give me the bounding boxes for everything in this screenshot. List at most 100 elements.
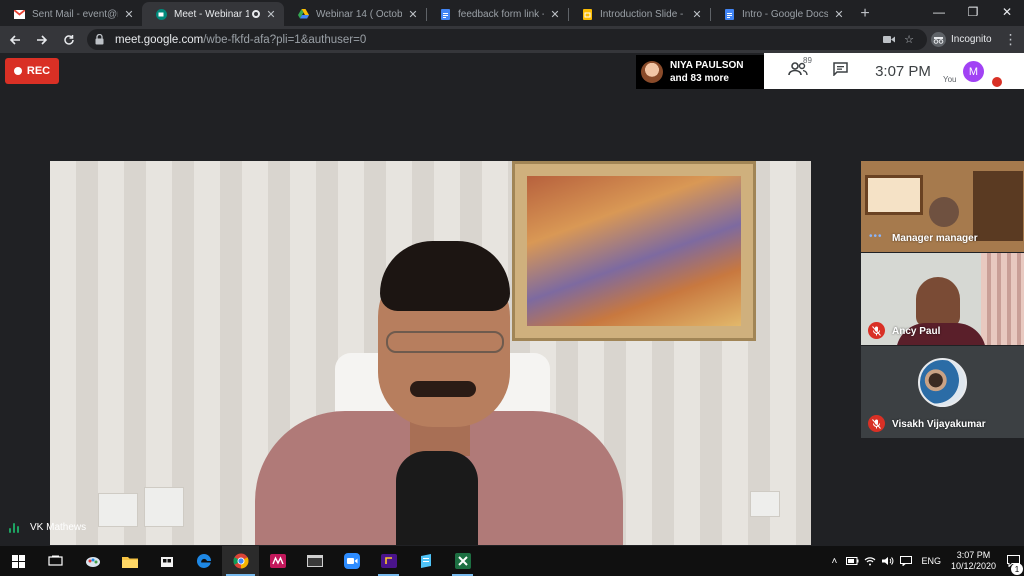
bookmark-star-icon[interactable]: ☆ bbox=[899, 33, 919, 46]
tab-feedback-form[interactable]: feedback form link - Go ✕ bbox=[426, 2, 568, 26]
message-icon[interactable] bbox=[897, 556, 915, 566]
address-bar[interactable]: meet.google.com/wbe-fkfd-afa?pli=1&authu… bbox=[87, 29, 927, 50]
chat-icon bbox=[832, 61, 848, 81]
meet-stage: REC NIYA PAULSON and 83 more 89 3:07 PM … bbox=[0, 53, 1024, 546]
mic-off-icon bbox=[992, 77, 1002, 87]
tab-title: Webinar 14 ( October 1 bbox=[316, 8, 402, 20]
participant-tile[interactable]: ••• Manager manager bbox=[861, 161, 1024, 252]
lock-icon[interactable] bbox=[95, 34, 109, 45]
meet-icon bbox=[156, 8, 167, 20]
participant-name: Manager manager bbox=[892, 233, 978, 244]
mendeley-app-icon[interactable] bbox=[259, 546, 296, 576]
incognito-icon bbox=[931, 32, 946, 47]
recording-indicator-icon bbox=[252, 10, 260, 18]
url-path: /wbe-fkfd-afa?pli=1&authuser=0 bbox=[203, 33, 367, 46]
tab-introduction-slide[interactable]: Introduction Slide - Goo ✕ bbox=[568, 2, 710, 26]
tab-title: Meet - Webinar 14( bbox=[174, 8, 249, 20]
restore-icon[interactable]: ❐ bbox=[956, 0, 990, 24]
browser-toolbar: meet.google.com/wbe-fkfd-afa?pli=1&authu… bbox=[0, 26, 1024, 53]
incognito-indicator[interactable]: Incognito bbox=[931, 32, 992, 47]
tab-sent-mail[interactable]: Sent Mail - event@mca ✕ bbox=[0, 2, 142, 26]
participant-avatar bbox=[641, 61, 663, 83]
paint-app-icon[interactable] bbox=[74, 546, 111, 576]
task-view-icon[interactable] bbox=[37, 546, 74, 576]
forward-icon[interactable] bbox=[30, 28, 54, 52]
notes-app-icon[interactable] bbox=[407, 546, 444, 576]
volume-icon[interactable] bbox=[879, 556, 897, 566]
chat-button[interactable] bbox=[820, 61, 860, 81]
tab-webinar-drive[interactable]: Webinar 14 ( October 1 ✕ bbox=[284, 2, 426, 26]
input-language[interactable]: ENG bbox=[921, 556, 941, 566]
close-tab-icon[interactable]: ✕ bbox=[548, 8, 562, 21]
record-dot-icon bbox=[13, 67, 22, 75]
participants-button[interactable]: 89 bbox=[776, 56, 820, 81]
participant-tile[interactable]: Ancy Paul bbox=[861, 253, 1024, 345]
self-view[interactable]: You M bbox=[943, 53, 1006, 89]
battery-icon[interactable] bbox=[843, 557, 861, 565]
new-tab-button[interactable]: + bbox=[852, 2, 878, 26]
meeting-clock: 3:07 PM bbox=[875, 62, 931, 80]
window-app-icon[interactable] bbox=[296, 546, 333, 576]
gmail-icon bbox=[14, 9, 25, 20]
taskbar-date: 10/12/2020 bbox=[950, 561, 996, 571]
browser-menu-icon[interactable]: ⋮ bbox=[1004, 31, 1018, 48]
presence-more: and 83 more bbox=[670, 73, 729, 84]
camera-in-use-icon[interactable] bbox=[879, 35, 899, 44]
taskbar-time: 3:07 PM bbox=[956, 550, 991, 560]
system-tray: ˄ ENG 3:07 PM 10/12/2020 1 bbox=[825, 546, 1024, 576]
show-hidden-icons-icon[interactable]: ˄ bbox=[825, 556, 843, 567]
close-window-icon[interactable]: ✕ bbox=[990, 0, 1024, 24]
mic-off-icon bbox=[868, 415, 885, 432]
tab-title: Introduction Slide - Goo bbox=[600, 8, 686, 20]
audio-level-icon: ••• bbox=[869, 231, 883, 242]
wifi-icon[interactable] bbox=[861, 556, 879, 566]
self-label: You bbox=[943, 75, 957, 84]
speaking-indicator-icon bbox=[9, 522, 21, 533]
store-app-icon[interactable] bbox=[148, 546, 185, 576]
participant-count: 89 bbox=[803, 55, 812, 65]
reload-icon[interactable] bbox=[57, 28, 81, 52]
file-explorer-icon[interactable] bbox=[111, 546, 148, 576]
mic-off-icon bbox=[868, 322, 885, 339]
chrome-browser-icon[interactable] bbox=[222, 546, 259, 576]
back-icon[interactable] bbox=[3, 28, 27, 52]
edge-browser-icon[interactable] bbox=[185, 546, 222, 576]
taskbar-clock[interactable]: 3:07 PM 10/12/2020 bbox=[951, 550, 996, 572]
close-tab-icon[interactable]: ✕ bbox=[690, 8, 704, 21]
speaker-name: VK Mathews bbox=[30, 522, 87, 533]
notification-badge: 1 bbox=[1011, 563, 1023, 575]
close-tab-icon[interactable]: ✕ bbox=[832, 8, 846, 21]
url-host: meet.google.com bbox=[115, 33, 204, 46]
tab-intro-docs[interactable]: Intro - Google Docs ✕ bbox=[710, 2, 852, 26]
active-speaker-label: VK Mathews bbox=[9, 522, 86, 533]
close-tab-icon[interactable]: ✕ bbox=[264, 8, 278, 21]
tab-title: feedback form link - Go bbox=[458, 8, 544, 20]
meeting-top-bar: 89 3:07 PM You M bbox=[764, 53, 1024, 89]
tab-title: Sent Mail - event@mca bbox=[32, 8, 118, 20]
incognito-label: Incognito bbox=[951, 34, 992, 45]
participant-avatar bbox=[918, 358, 967, 407]
main-speaker-video[interactable] bbox=[50, 161, 811, 545]
slides-icon bbox=[582, 8, 593, 20]
purple-app-icon[interactable] bbox=[370, 546, 407, 576]
participant-presence-notification[interactable]: NIYA PAULSON and 83 more bbox=[636, 55, 764, 89]
action-center-icon[interactable]: 1 bbox=[1002, 555, 1024, 575]
close-tab-icon[interactable]: ✕ bbox=[406, 8, 420, 21]
zoom-app-icon[interactable] bbox=[333, 546, 370, 576]
tab-meet-webinar[interactable]: Meet - Webinar 14( ✕ bbox=[142, 2, 284, 26]
drive-icon bbox=[298, 9, 309, 20]
participant-name: Visakh Vijayakumar bbox=[892, 419, 986, 430]
windows-start-icon[interactable] bbox=[0, 546, 37, 576]
close-tab-icon[interactable]: ✕ bbox=[122, 8, 136, 21]
minimize-icon[interactable]: — bbox=[922, 0, 956, 24]
windows-taskbar: ˄ ENG 3:07 PM 10/12/2020 1 bbox=[0, 546, 1024, 576]
participant-name: Ancy Paul bbox=[892, 326, 941, 337]
recording-badge: REC bbox=[5, 58, 59, 84]
self-avatar: M bbox=[963, 61, 984, 82]
presence-name: NIYA PAULSON bbox=[670, 60, 744, 71]
docs-icon bbox=[724, 8, 735, 20]
wall-painting bbox=[512, 161, 756, 341]
browser-tab-strip: Sent Mail - event@mca ✕ Meet - Webinar 1… bbox=[0, 0, 1024, 26]
excel-app-icon[interactable] bbox=[444, 546, 481, 576]
participant-tile[interactable]: Visakh Vijayakumar bbox=[861, 346, 1024, 438]
